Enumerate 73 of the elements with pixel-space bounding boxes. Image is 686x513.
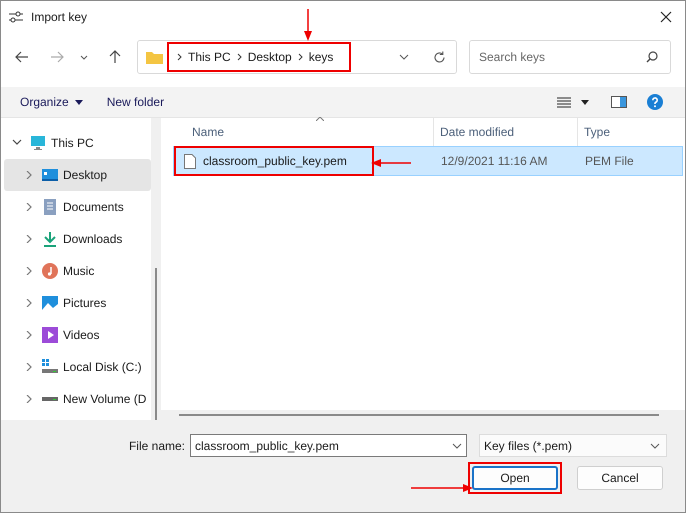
file-type-dropdown[interactable]: Key files (*.pem) — [479, 434, 667, 457]
arrow-annotation — [371, 158, 411, 168]
scrollbar[interactable] — [151, 118, 161, 420]
chevron-right-icon[interactable] — [24, 299, 34, 307]
preview-pane-icon[interactable] — [611, 96, 627, 108]
file-name: classroom_public_key.pem — [203, 153, 347, 170]
desktop-icon — [42, 167, 58, 183]
arrow-annotation — [303, 9, 313, 41]
file-type: PEM File — [585, 154, 634, 168]
chevron-right-icon[interactable] — [24, 171, 34, 179]
picture-icon — [42, 295, 58, 311]
music-note-icon — [42, 263, 58, 279]
organize-menu-button[interactable]: Organize — [20, 93, 83, 111]
sidebar-item[interactable]: Desktop — [4, 159, 151, 191]
sidebar-item[interactable]: New Volume (D — [4, 383, 151, 415]
address-bar[interactable]: This PC Desktop keys — [137, 40, 457, 74]
chevron-down-icon[interactable] — [80, 54, 88, 60]
sidebar-item[interactable]: Videos — [4, 319, 151, 351]
breadcrumb-link[interactable]: Desktop — [248, 48, 292, 66]
sidebar-item[interactable]: This PC — [4, 127, 151, 159]
sidebar-item[interactable]: Downloads — [4, 223, 151, 255]
search-placeholder: Search keys — [479, 49, 546, 66]
download-arrow-icon — [42, 231, 58, 247]
video-icon — [42, 327, 58, 343]
chevron-right-icon — [236, 53, 242, 61]
sidebar-item[interactable]: Music — [4, 255, 151, 287]
window-title: Import key — [31, 9, 88, 26]
list-view-icon[interactable] — [557, 96, 571, 108]
chevron-right-icon — [298, 53, 303, 61]
breadcrumb-link[interactable]: This PC — [188, 48, 231, 66]
settings-sliders-icon — [9, 11, 23, 23]
column-header[interactable]: Name — [192, 123, 224, 141]
up-arrow-icon[interactable] — [109, 50, 121, 64]
refresh-icon[interactable] — [433, 50, 446, 64]
caret-down-icon[interactable] — [581, 100, 589, 104]
chevron-right-icon[interactable] — [24, 267, 34, 275]
drive-icon — [42, 359, 58, 375]
breadcrumb-link[interactable]: keys — [308, 48, 334, 66]
search-icon — [646, 51, 658, 63]
new-folder-button[interactable]: New folder — [106, 93, 164, 111]
folder-icon — [146, 50, 163, 64]
sort-caret-icon — [316, 117, 324, 121]
date-modified: 12/9/2021 11:16 AM — [441, 154, 548, 168]
help-icon[interactable] — [647, 94, 663, 110]
chevron-down-icon[interactable] — [12, 139, 22, 147]
column-header[interactable]: Type — [584, 123, 610, 141]
chevron-right-icon[interactable] — [24, 395, 34, 403]
file-row[interactable]: classroom_public_key.pem 12/9/2021 11:16 AM PEM File — [173, 146, 683, 176]
chevron-right-icon[interactable] — [24, 363, 34, 371]
file-icon — [184, 154, 196, 168]
document-icon — [42, 199, 58, 215]
drive-icon — [42, 397, 58, 401]
forward-arrow-icon[interactable] — [50, 51, 64, 63]
sidebar-item[interactable]: Documents — [4, 191, 151, 223]
file-name-label: File name: — [128, 438, 185, 454]
close-icon[interactable] — [660, 11, 672, 23]
chevron-down-icon — [650, 442, 660, 448]
sidebar-item[interactable]: Local Disk (C:) — [4, 351, 151, 383]
sidebar-item[interactable]: Pictures — [4, 287, 151, 319]
chevron-right-icon[interactable] — [24, 203, 34, 211]
back-arrow-icon[interactable] — [15, 51, 29, 63]
chevron-right-icon[interactable] — [24, 235, 34, 243]
cancel-button[interactable]: Cancel — [577, 466, 663, 490]
monitor-icon — [30, 135, 46, 151]
open-button[interactable]: Open — [472, 466, 558, 490]
file-name-field[interactable]: classroom_public_key.pem — [190, 434, 467, 457]
chevron-right-icon — [177, 53, 182, 61]
caret-down-icon — [74, 100, 83, 104]
chevron-down-icon[interactable] — [399, 54, 409, 60]
chevron-right-icon[interactable] — [24, 331, 34, 339]
column-header[interactable]: Date modified — [440, 123, 514, 141]
chevron-down-icon[interactable] — [452, 442, 462, 448]
search-field[interactable]: Search keys — [469, 40, 671, 74]
